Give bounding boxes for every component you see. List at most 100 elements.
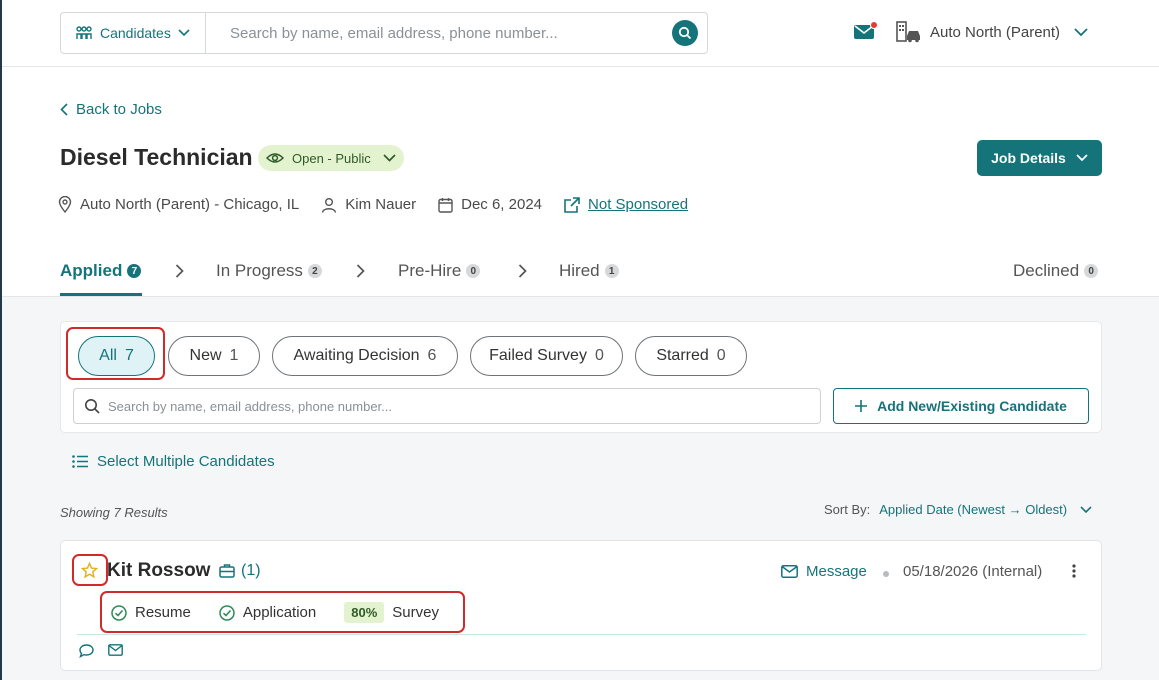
filter-chip-label: Awaiting Decision	[293, 347, 420, 364]
chevron-right-icon	[518, 264, 527, 278]
filter-chip-count: 0	[716, 347, 726, 364]
select-multiple-label: Select Multiple Candidates	[97, 453, 275, 470]
filter-chip-failed-survey[interactable]: Failed Survey 0	[470, 336, 623, 376]
filter-card: All 7 New 1 Awaiting Decision 6 Failed S…	[60, 321, 1102, 433]
global-search-input[interactable]: Search by name, email address, phone num…	[206, 13, 707, 53]
job-location: Auto North (Parent) - Chicago, IL	[58, 196, 299, 213]
chevron-down-icon	[1080, 505, 1092, 513]
filter-chip-count: 0	[594, 347, 604, 364]
job-meta-row: Auto North (Parent) - Chicago, IL Kim Na…	[58, 196, 710, 213]
candidate-jobs-count-text: (1)	[241, 562, 261, 579]
eye-icon	[266, 153, 284, 163]
tab-hired-count: 1	[604, 264, 619, 278]
candidate-name[interactable]: Kit Rossow	[107, 560, 210, 582]
chat-bubble-icon[interactable]	[79, 644, 94, 658]
job-location-text: Auto North (Parent) - Chicago, IL	[80, 196, 300, 213]
sort-dropdown[interactable]: Sort By: Applied Date (Newest → Oldest)	[824, 502, 1092, 517]
select-multiple-button[interactable]: Select Multiple Candidates	[72, 453, 275, 470]
calendar-icon	[438, 197, 453, 213]
candidate-search-placeholder: Search by name, email address, phone num…	[108, 398, 392, 414]
tab-in-progress-count: 2	[307, 264, 322, 278]
tab-pre-hire[interactable]: Pre-Hire 0	[398, 261, 481, 281]
chevron-down-icon	[178, 29, 190, 37]
stage-tabs: Applied 7 In Progress 2 Pre-Hire 0 Hired…	[2, 250, 1159, 297]
add-candidate-label: Add New/Existing Candidate	[877, 398, 1067, 414]
tab-in-progress-label: In Progress	[216, 261, 303, 280]
candidate-card[interactable]: Kit Rossow (1) Message 05/18/2026 (Inter…	[60, 540, 1102, 671]
notifications-mail-button[interactable]	[854, 21, 878, 45]
sort-value: Applied Date (Newest → Oldest)	[879, 502, 1068, 517]
filter-chip-awaiting-decision[interactable]: Awaiting Decision 6	[272, 336, 458, 376]
people-icon	[76, 26, 92, 39]
list-icon	[72, 455, 88, 468]
tab-in-progress[interactable]: In Progress 2	[216, 261, 322, 281]
more-options-icon[interactable]	[1072, 564, 1076, 578]
search-scope-label: Candidates	[100, 25, 171, 41]
tab-pre-hire-label: Pre-Hire	[398, 261, 462, 280]
account-switcher[interactable]: Auto North (Parent)	[896, 21, 1088, 43]
person-icon	[322, 197, 337, 213]
tab-applied-label: Applied	[60, 261, 123, 280]
envelope-icon[interactable]	[108, 644, 123, 656]
account-name: Auto North (Parent)	[930, 23, 1061, 41]
search-button[interactable]	[672, 20, 698, 46]
tab-hired-label: Hired	[559, 261, 600, 280]
message-label: Message	[806, 563, 867, 580]
chevron-left-icon	[60, 103, 68, 116]
job-recruiter-text: Kim Nauer	[345, 196, 417, 213]
filter-chip-label: New	[189, 347, 222, 364]
filter-chip-count: 6	[427, 347, 437, 364]
filter-chip-label: Failed Survey	[489, 347, 587, 364]
job-date-text: Dec 6, 2024	[461, 196, 543, 213]
candidate-jobs-count[interactable]: (1)	[219, 562, 261, 580]
chevron-down-icon	[1076, 154, 1088, 162]
highlight-box	[66, 327, 165, 380]
search-scope-dropdown[interactable]: Candidates	[61, 13, 206, 53]
tab-pre-hire-count: 0	[466, 264, 481, 278]
chevron-right-icon	[356, 264, 365, 278]
highlight-box	[72, 554, 108, 586]
external-link-icon	[564, 196, 580, 213]
candidate-search-input[interactable]: Search by name, email address, phone num…	[73, 388, 821, 424]
notification-dot	[870, 21, 878, 29]
global-search-placeholder: Search by name, email address, phone num…	[230, 24, 558, 42]
back-to-jobs-link[interactable]: Back to Jobs	[60, 101, 162, 118]
chevron-right-icon	[175, 264, 184, 278]
search-icon	[678, 26, 692, 40]
job-status-dropdown[interactable]: Open - Public	[258, 145, 404, 171]
building-car-icon	[896, 21, 920, 43]
job-title: Diesel Technician	[60, 144, 253, 170]
message-button[interactable]: Message	[781, 563, 867, 580]
global-search-group: Candidates Search by name, email address…	[60, 12, 708, 54]
active-tab-indicator	[60, 293, 142, 296]
filter-chip-new[interactable]: New 1	[168, 336, 260, 376]
tab-hired[interactable]: Hired 1	[559, 261, 619, 281]
search-icon	[85, 399, 100, 414]
job-date: Dec 6, 2024	[438, 196, 542, 213]
tab-declined[interactable]: Declined 0	[1013, 261, 1099, 281]
results-count: Showing 7 Results	[60, 505, 168, 520]
separator-dot	[883, 571, 889, 577]
tab-declined-count: 0	[1084, 264, 1099, 278]
sponsorship-link[interactable]: Not Sponsored	[564, 196, 688, 213]
filter-chip-starred[interactable]: Starred 0	[635, 336, 747, 376]
job-status-label: Open - Public	[292, 150, 371, 166]
chevron-down-icon	[1074, 27, 1088, 36]
tab-applied[interactable]: Applied 7	[60, 261, 142, 281]
add-candidate-button[interactable]: Add New/Existing Candidate	[833, 388, 1089, 424]
briefcase-icon	[219, 564, 235, 578]
chevron-down-icon	[383, 154, 396, 162]
card-divider	[77, 634, 1086, 635]
tab-declined-label: Declined	[1013, 261, 1080, 280]
job-recruiter: Kim Nauer	[321, 196, 416, 213]
filter-chip-count: 1	[229, 347, 239, 364]
tab-applied-count: 7	[127, 264, 142, 278]
job-details-button[interactable]: Job Details	[977, 140, 1102, 176]
applied-date: 05/18/2026 (Internal)	[903, 563, 1043, 580]
card-footer-icons	[79, 644, 123, 658]
map-pin-icon	[58, 196, 72, 213]
job-details-label: Job Details	[991, 150, 1066, 166]
filter-chip-label: Starred	[656, 347, 709, 364]
plus-icon	[855, 400, 868, 412]
envelope-icon	[781, 565, 798, 578]
